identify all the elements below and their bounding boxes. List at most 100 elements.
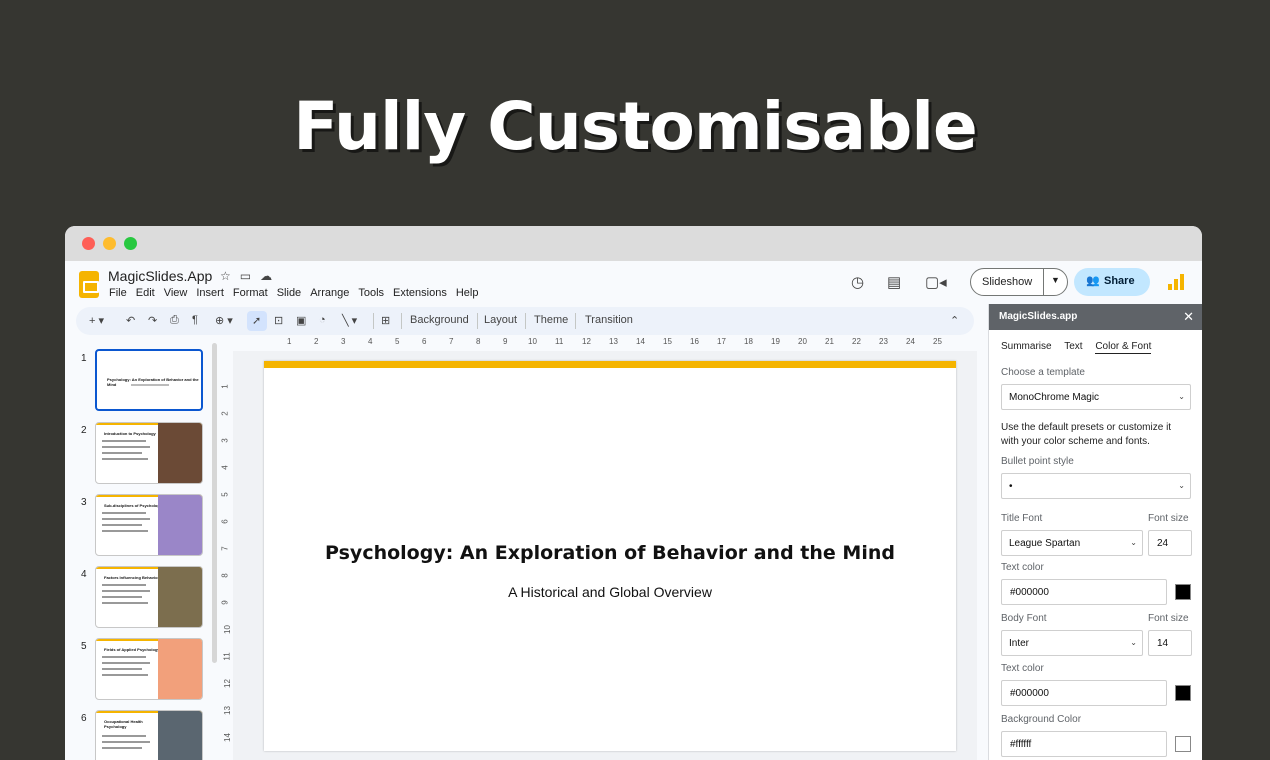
thumb-text-line (102, 596, 142, 598)
menu-edit[interactable]: Edit (136, 287, 155, 299)
comment-icon[interactable]: ▤ (887, 273, 901, 291)
cloud-icon[interactable]: ☁ (260, 269, 272, 283)
chevron-down-icon: ⌄ (1130, 538, 1137, 547)
app-window: MagicSlides.App ☆ ▭ ☁ File Edit View Insert Fo… (65, 226, 1202, 760)
thumb-text-line (102, 524, 142, 526)
title-font-select[interactable]: League Spartan ⌄ (1001, 530, 1143, 556)
background-color-swatch[interactable] (1175, 736, 1191, 752)
thumb-text-line (102, 518, 150, 520)
document-title[interactable]: MagicSlides.App (108, 268, 212, 284)
print-icon[interactable]: ⎙ (170, 314, 179, 327)
thumb-image-flowers (158, 495, 202, 555)
ruler-label: 16 (690, 337, 699, 346)
menu-insert[interactable]: Insert (196, 287, 224, 299)
share-button[interactable]: 👥 Share (1074, 268, 1150, 296)
transition-button[interactable]: Transition (585, 314, 633, 326)
body-color-swatch[interactable] (1175, 685, 1191, 701)
filmstrip-scrollbar[interactable] (212, 343, 217, 663)
undo-icon[interactable]: ↶ (126, 314, 135, 327)
ruler-label: 11 (555, 337, 564, 346)
menu-arrange[interactable]: Arrange (310, 287, 349, 299)
body-text-color-input[interactable]: #000000 (1001, 680, 1167, 706)
new-slide-icon[interactable]: + ▾ (89, 314, 104, 327)
textbox-icon[interactable]: ⊡ (274, 314, 283, 327)
theme-button[interactable]: Theme (534, 314, 568, 326)
menu-slide[interactable]: Slide (277, 287, 301, 299)
background-color-input[interactable]: #ffffff (1001, 731, 1167, 757)
ruler-label: 12 (582, 337, 591, 346)
slide-thumbnail-3[interactable]: Sub-disciplines of Psychology (95, 494, 203, 556)
comment-add-icon[interactable]: ⊞ (381, 314, 390, 327)
menu-file[interactable]: File (109, 287, 127, 299)
thumb-text-line (102, 440, 146, 442)
layout-button[interactable]: Layout (484, 314, 517, 326)
background-button[interactable]: Background (410, 314, 469, 326)
slide-thumbnail-4[interactable]: Factors Influencing Behavior (95, 566, 203, 628)
bullet-style-select[interactable]: • ⌄ (1001, 473, 1191, 499)
redo-icon[interactable]: ↷ (148, 314, 157, 327)
menu-format[interactable]: Format (233, 287, 268, 299)
zoom-icon[interactable]: ⊕ ▾ (215, 314, 233, 327)
tab-color-font[interactable]: Color & Font (1095, 341, 1152, 354)
slide-number: 6 (81, 713, 87, 724)
slide-title[interactable]: Psychology: An Exploration of Behavior a… (264, 542, 956, 564)
title-color-swatch[interactable] (1175, 584, 1191, 600)
body-font-select[interactable]: Inter ⌄ (1001, 630, 1143, 656)
history-icon[interactable]: ◷ (851, 273, 864, 291)
select-cursor-icon[interactable]: ➚ (252, 314, 261, 327)
slideshow-button[interactable]: Slideshow ▼ (970, 268, 1068, 296)
bullet-style-value: • (1009, 481, 1013, 492)
ruler-label: 18 (744, 337, 753, 346)
share-label: Share (1104, 275, 1135, 287)
slide-thumbnail-2[interactable]: Introduction to Psychology (95, 422, 203, 484)
thumb-text-line (102, 590, 150, 592)
close-window-button[interactable] (82, 237, 95, 250)
folder-move-icon[interactable]: ▭ (240, 269, 251, 283)
slide-thumbnail-6[interactable]: Occupational Health Psychology (95, 710, 203, 760)
help-text-line-1: Use the default presets or customize it (1001, 422, 1172, 433)
template-label: Choose a template (1001, 367, 1085, 378)
maximize-window-button[interactable] (124, 237, 137, 250)
ruler-label: 19 (771, 337, 780, 346)
slides-logo-icon[interactable] (79, 271, 99, 298)
toolbar-separator (477, 313, 478, 329)
paint-format-icon[interactable]: ¶ (192, 314, 198, 326)
title-font-size-input[interactable]: 24 (1148, 530, 1192, 556)
title-font-size-value: 24 (1157, 538, 1169, 549)
close-icon[interactable]: ✕ (1183, 309, 1194, 325)
chevron-down-icon[interactable]: ▼ (1051, 275, 1060, 285)
menu-extensions[interactable]: Extensions (393, 287, 447, 299)
thumb-image-office-desk (158, 711, 202, 760)
line-icon[interactable]: ╲ ▾ (342, 314, 357, 327)
slide-thumbnail-5[interactable]: Fields of Applied Psychology (95, 638, 203, 700)
chevron-down-icon: ⌄ (1178, 392, 1185, 401)
background-color-label: Background Color (1001, 714, 1082, 725)
video-icon[interactable]: ▢◂ (925, 273, 947, 291)
ruler-label: 22 (852, 337, 861, 346)
shape-icon[interactable]: ◔ (319, 314, 326, 326)
ruler-label: 8 (476, 337, 481, 346)
ruler-label: 21 (825, 337, 834, 346)
template-select[interactable]: MonoChrome Magic ⌄ (1001, 384, 1191, 410)
star-icon[interactable]: ☆ (220, 269, 231, 283)
current-slide[interactable]: Psychology: An Exploration of Behavior a… (264, 361, 956, 751)
sidebar-title: MagicSlides.app (999, 311, 1078, 322)
magicslides-extension-icon[interactable] (1168, 274, 1184, 290)
ruler-label: 14 (636, 337, 645, 346)
toolbar-separator (401, 313, 402, 329)
body-font-size-input[interactable]: 14 (1148, 630, 1192, 656)
slide-number: 4 (81, 569, 87, 580)
tab-summarise[interactable]: Summarise (1001, 341, 1052, 352)
title-text-color-input[interactable]: #000000 (1001, 579, 1167, 605)
menu-tools[interactable]: Tools (358, 287, 384, 299)
menu-help[interactable]: Help (456, 287, 479, 299)
image-icon[interactable]: ▣ (296, 314, 306, 327)
slide-subtitle[interactable]: A Historical and Global Overview (264, 584, 956, 600)
menu-view[interactable]: View (164, 287, 188, 299)
share-people-icon: 👥 (1086, 275, 1100, 287)
sidebar-header: MagicSlides.app ✕ (989, 304, 1202, 330)
minimize-window-button[interactable] (103, 237, 116, 250)
collapse-toolbar-icon[interactable]: ⌃ (950, 314, 959, 327)
tab-text[interactable]: Text (1064, 341, 1082, 352)
slide-thumbnail-1[interactable]: Psychology: An Exploration of Behavior a… (95, 349, 203, 411)
